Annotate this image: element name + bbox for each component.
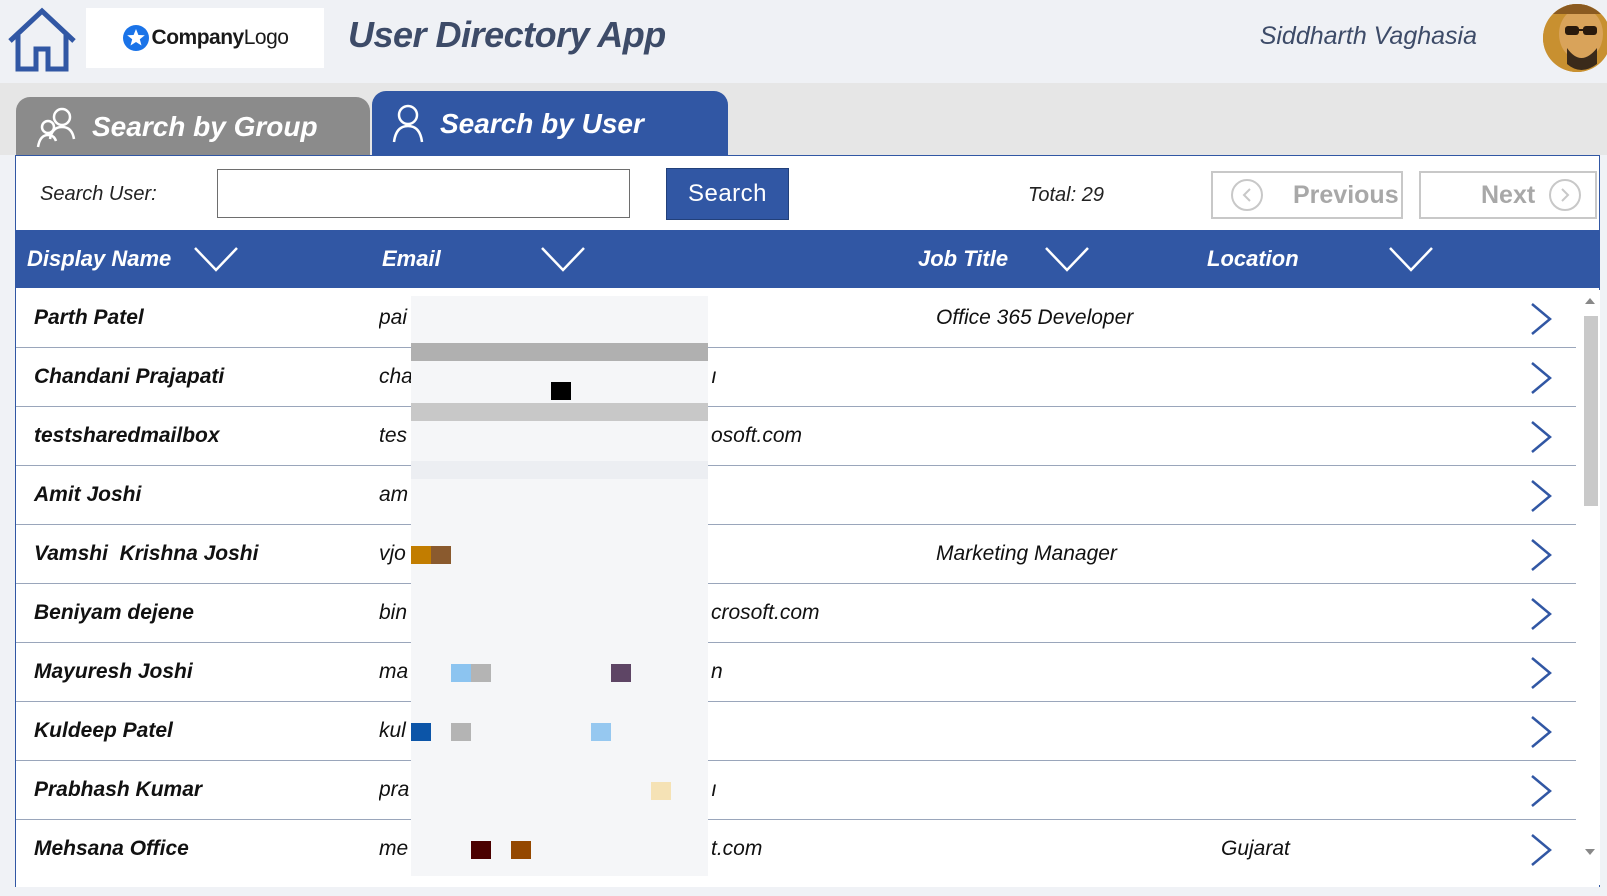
user-list: Parth Patel pai Office 365 Developer Cha…	[16, 289, 1576, 879]
chevron-down-icon[interactable]	[1043, 244, 1091, 274]
chevron-right-icon[interactable]	[1528, 537, 1554, 573]
table-row[interactable]: Chandani Prajapati cha ı	[16, 348, 1576, 407]
chevron-down-icon[interactable]	[1387, 244, 1435, 274]
table-row[interactable]: Parth Patel pai Office 365 Developer	[16, 289, 1576, 348]
tab-search-by-user[interactable]: Search by User	[372, 91, 728, 157]
email-tail: t.com	[711, 837, 763, 860]
email-tail: n	[711, 660, 723, 683]
table-row[interactable]: testsharedmailbox tes osoft.com	[16, 407, 1576, 466]
display-name: Amit Joshi	[34, 483, 142, 506]
total-count: Total: 29	[1028, 184, 1104, 206]
app-title: User Directory App	[348, 14, 666, 55]
display-name: Kuldeep Patel	[34, 719, 173, 742]
display-name: Prabhash Kumar	[34, 778, 203, 801]
table-header: Display Name Email Job Title Location	[16, 230, 1599, 288]
chevron-right-icon[interactable]	[1528, 360, 1554, 396]
display-name: Chandani Prajapati	[34, 365, 225, 388]
chevron-right-icon[interactable]	[1528, 773, 1554, 809]
scroll-up-arrow[interactable]	[1585, 298, 1595, 304]
email-tail: ı	[711, 365, 717, 388]
user-icon	[392, 104, 424, 143]
chevron-right-icon[interactable]	[1528, 596, 1554, 632]
user-name: Siddharth Vaghasia	[1259, 22, 1477, 50]
search-panel: Search User: Search Total: 29 Previous N…	[15, 155, 1600, 887]
tab-label: Search by Group	[92, 111, 318, 142]
table-row[interactable]: Mayuresh Joshi ma n	[16, 643, 1576, 702]
table-row[interactable]: Vamshi Krishna Joshi vjo Marketing Manag…	[16, 525, 1576, 584]
table-row[interactable]: Beniyam dejene bin crosoft.com	[16, 584, 1576, 643]
logo-text-light: Logo	[243, 26, 289, 49]
display-name: Mayuresh Joshi	[34, 660, 193, 683]
chevron-right-icon[interactable]	[1528, 478, 1554, 514]
home-icon[interactable]	[6, 5, 78, 73]
next-button[interactable]: Next	[1419, 171, 1597, 219]
display-name: Beniyam dejene	[34, 601, 194, 624]
email-tail: crosoft.com	[711, 601, 820, 624]
chevron-left-icon	[1231, 179, 1263, 211]
email-tail: ı	[711, 778, 717, 801]
chevron-right-icon[interactable]	[1528, 655, 1554, 691]
search-button[interactable]: Search	[666, 168, 789, 220]
location: Gujarat	[1221, 837, 1290, 860]
display-name: testsharedmailbox	[34, 424, 220, 447]
chevron-down-icon[interactable]	[192, 244, 240, 274]
previous-label: Previous	[1293, 180, 1399, 209]
tab-search-by-group[interactable]: Search by Group	[16, 97, 370, 157]
column-header-email: Email	[382, 246, 441, 271]
next-label: Next	[1481, 180, 1536, 209]
email-tail: osoft.com	[711, 424, 803, 447]
column-header-job-title: Job Title	[918, 246, 1009, 271]
group-icon	[36, 107, 76, 148]
logo-text-bold: Company	[151, 26, 245, 49]
chevron-right-icon	[1549, 179, 1582, 211]
vertical-scrollbar[interactable]	[1580, 290, 1600, 885]
avatar-image	[1543, 4, 1607, 72]
search-input[interactable]	[217, 169, 630, 218]
chevron-right-icon[interactable]	[1528, 301, 1554, 337]
scroll-thumb[interactable]	[1584, 316, 1598, 506]
scroll-down-arrow[interactable]	[1585, 849, 1595, 855]
table-row[interactable]: Prabhash Kumar pra ı	[16, 761, 1576, 820]
table-row[interactable]: Mehsana Office me t.com Gujarat	[16, 820, 1576, 879]
display-name: Mehsana Office	[34, 837, 189, 860]
app-header: CompanyLogo User Directory App Siddharth…	[0, 0, 1607, 83]
chevron-down-icon[interactable]	[539, 244, 587, 274]
search-label: Search User:	[40, 183, 157, 205]
company-logo: CompanyLogo	[86, 8, 324, 68]
star-icon	[122, 25, 149, 51]
redaction-overlay	[411, 296, 708, 876]
chevron-right-icon[interactable]	[1528, 419, 1554, 455]
job-title: Office 365 Developer	[936, 306, 1134, 329]
chevron-right-icon[interactable]	[1528, 832, 1554, 868]
column-header-display-name: Display Name	[27, 246, 172, 271]
display-name: Parth Patel	[34, 306, 144, 329]
table-row[interactable]: Amit Joshi am	[16, 466, 1576, 525]
chevron-right-icon[interactable]	[1528, 714, 1554, 750]
table-row[interactable]: Kuldeep Patel kul	[16, 702, 1576, 761]
job-title: Marketing Manager	[936, 542, 1117, 565]
tab-label: Search by User	[440, 108, 644, 139]
display-name: Vamshi Krishna Joshi	[34, 542, 259, 565]
column-header-location: Location	[1207, 246, 1299, 271]
avatar[interactable]	[1543, 4, 1607, 72]
previous-button[interactable]: Previous	[1211, 171, 1403, 219]
